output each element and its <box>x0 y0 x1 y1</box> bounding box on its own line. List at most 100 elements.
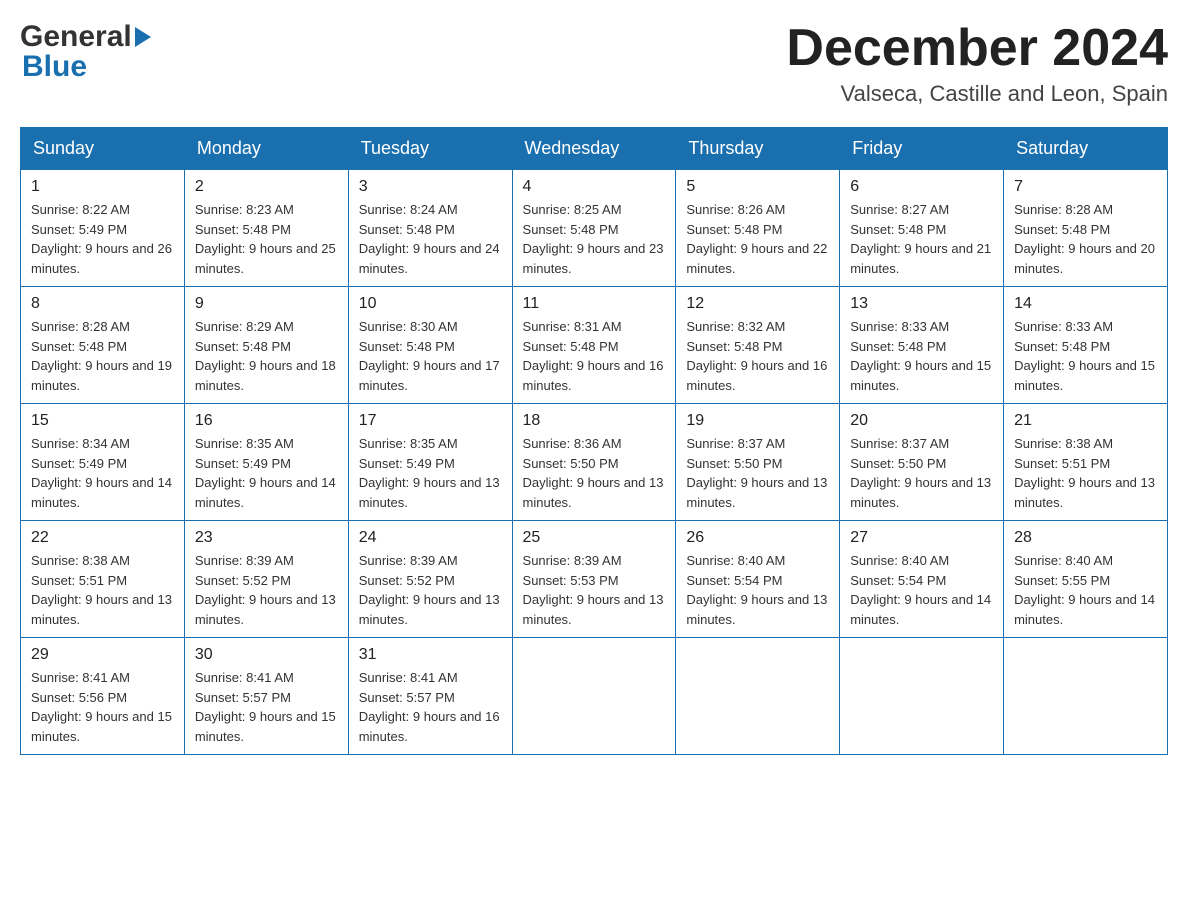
day-number: 16 <box>195 412 338 430</box>
day-info: Sunrise: 8:38 AMSunset: 5:51 PMDaylight:… <box>1014 434 1157 512</box>
calendar-week-row: 29Sunrise: 8:41 AMSunset: 5:56 PMDayligh… <box>21 638 1168 755</box>
day-info: Sunrise: 8:39 AMSunset: 5:53 PMDaylight:… <box>523 551 666 629</box>
calendar-day-cell <box>676 638 840 755</box>
header-tuesday: Tuesday <box>348 128 512 170</box>
calendar-day-cell: 29Sunrise: 8:41 AMSunset: 5:56 PMDayligh… <box>21 638 185 755</box>
day-info: Sunrise: 8:41 AMSunset: 5:57 PMDaylight:… <box>359 668 502 746</box>
day-info: Sunrise: 8:40 AMSunset: 5:54 PMDaylight:… <box>850 551 993 629</box>
day-number: 12 <box>686 295 829 313</box>
calendar-day-cell: 16 Sunrise: 8:35 AMSunset: 5:49 PMDayligh… <box>184 404 348 521</box>
day-number: 11 <box>523 295 666 313</box>
day-number: 14 <box>1014 295 1157 313</box>
title-area: December 2024 Valseca, Castille and Leon… <box>786 20 1168 107</box>
day-info: Sunrise: 8:37 AMSunset: 5:50 PMDaylight:… <box>686 434 829 512</box>
header-friday: Friday <box>840 128 1004 170</box>
day-info: Sunrise: 8:41 AMSunset: 5:56 PMDaylight:… <box>31 668 174 746</box>
day-number: 2 <box>195 178 338 196</box>
day-info: Sunrise: 8:25 AMSunset: 5:48 PMDaylight:… <box>523 200 666 278</box>
calendar-day-cell: 8Sunrise: 8:28 AMSunset: 5:48 PMDaylight… <box>21 287 185 404</box>
calendar-day-cell: 19Sunrise: 8:37 AMSunset: 5:50 PMDayligh… <box>676 404 840 521</box>
calendar-day-cell <box>1004 638 1168 755</box>
calendar-day-cell: 13 Sunrise: 8:33 AMSunset: 5:48 PMDayligh… <box>840 287 1004 404</box>
day-info: Sunrise: 8:31 AMSunset: 5:48 PMDaylight:… <box>523 317 666 395</box>
logo-blue-text: Blue <box>20 50 87 84</box>
calendar-day-cell: 11 Sunrise: 8:31 AMSunset: 5:48 PMDayligh… <box>512 287 676 404</box>
day-number: 15 <box>31 412 174 430</box>
day-info: Sunrise: 8:30 AMSunset: 5:48 PMDaylight:… <box>359 317 502 395</box>
header-thursday: Thursday <box>676 128 840 170</box>
calendar-day-cell: 22Sunrise: 8:38 AMSunset: 5:51 PMDayligh… <box>21 521 185 638</box>
calendar-week-row: 1Sunrise: 8:22 AMSunset: 5:49 PMDaylight… <box>21 170 1168 287</box>
days-of-week-row: Sunday Monday Tuesday Wednesday Thursday… <box>21 128 1168 170</box>
calendar-day-cell: 26 Sunrise: 8:40 AMSunset: 5:54 PMDayligh… <box>676 521 840 638</box>
day-number: 13 <box>850 295 993 313</box>
day-info: Sunrise: 8:22 AMSunset: 5:49 PMDaylight:… <box>31 200 174 278</box>
calendar-body: 1Sunrise: 8:22 AMSunset: 5:49 PMDaylight… <box>21 170 1168 755</box>
day-info: Sunrise: 8:40 AMSunset: 5:54 PMDaylight:… <box>686 551 829 629</box>
day-number: 21 <box>1014 412 1157 430</box>
day-number: 24 <box>359 529 502 547</box>
day-info: Sunrise: 8:39 AMSunset: 5:52 PMDaylight:… <box>359 551 502 629</box>
day-number: 7 <box>1014 178 1157 196</box>
day-number: 26 <box>686 529 829 547</box>
calendar-day-cell: 7 Sunrise: 8:28 AMSunset: 5:48 PMDaylight… <box>1004 170 1168 287</box>
day-info: Sunrise: 8:28 AMSunset: 5:48 PMDaylight:… <box>1014 200 1157 278</box>
day-info: Sunrise: 8:33 AMSunset: 5:48 PMDaylight:… <box>1014 317 1157 395</box>
month-title: December 2024 <box>786 20 1168 77</box>
day-info: Sunrise: 8:37 AMSunset: 5:50 PMDaylight:… <box>850 434 993 512</box>
day-number: 28 <box>1014 529 1157 547</box>
calendar-day-cell: 6Sunrise: 8:27 AMSunset: 5:48 PMDaylight… <box>840 170 1004 287</box>
logo-line1: General <box>20 20 151 54</box>
day-number: 6 <box>850 178 993 196</box>
location-subtitle: Valseca, Castille and Leon, Spain <box>786 81 1168 107</box>
header-wednesday: Wednesday <box>512 128 676 170</box>
day-info: Sunrise: 8:35 AMSunset: 5:49 PMDaylight:… <box>195 434 338 512</box>
calendar-day-cell: 4Sunrise: 8:25 AMSunset: 5:48 PMDaylight… <box>512 170 676 287</box>
day-number: 30 <box>195 646 338 664</box>
calendar-day-cell: 24 Sunrise: 8:39 AMSunset: 5:52 PMDayligh… <box>348 521 512 638</box>
day-info: Sunrise: 8:24 AMSunset: 5:48 PMDaylight:… <box>359 200 502 278</box>
day-info: Sunrise: 8:29 AMSunset: 5:48 PMDaylight:… <box>195 317 338 395</box>
calendar-day-cell: 20 Sunrise: 8:37 AMSunset: 5:50 PMDayligh… <box>840 404 1004 521</box>
calendar-day-cell: 25 Sunrise: 8:39 AMSunset: 5:53 PMDayligh… <box>512 521 676 638</box>
calendar-week-row: 8Sunrise: 8:28 AMSunset: 5:48 PMDaylight… <box>21 287 1168 404</box>
calendar-day-cell: 14 Sunrise: 8:33 AMSunset: 5:48 PMDayligh… <box>1004 287 1168 404</box>
calendar-day-cell <box>512 638 676 755</box>
day-number: 5 <box>686 178 829 196</box>
day-info: Sunrise: 8:28 AMSunset: 5:48 PMDaylight:… <box>31 317 174 395</box>
day-info: Sunrise: 8:34 AMSunset: 5:49 PMDaylight:… <box>31 434 174 512</box>
day-info: Sunrise: 8:35 AMSunset: 5:49 PMDaylight:… <box>359 434 502 512</box>
day-number: 3 <box>359 178 502 196</box>
header-monday: Monday <box>184 128 348 170</box>
calendar-day-cell: 5 Sunrise: 8:26 AMSunset: 5:48 PMDaylight… <box>676 170 840 287</box>
header-sunday: Sunday <box>21 128 185 170</box>
calendar-day-cell: 10Sunrise: 8:30 AMSunset: 5:48 PMDayligh… <box>348 287 512 404</box>
day-info: Sunrise: 8:33 AMSunset: 5:48 PMDaylight:… <box>850 317 993 395</box>
day-info: Sunrise: 8:26 AMSunset: 5:48 PMDaylight:… <box>686 200 829 278</box>
day-info: Sunrise: 8:32 AMSunset: 5:48 PMDaylight:… <box>686 317 829 395</box>
day-info: Sunrise: 8:39 AMSunset: 5:52 PMDaylight:… <box>195 551 338 629</box>
day-info: Sunrise: 8:41 AMSunset: 5:57 PMDaylight:… <box>195 668 338 746</box>
logo-arrow-icon <box>135 27 151 47</box>
day-info: Sunrise: 8:23 AMSunset: 5:48 PMDaylight:… <box>195 200 338 278</box>
calendar-week-row: 22Sunrise: 8:38 AMSunset: 5:51 PMDayligh… <box>21 521 1168 638</box>
calendar-day-cell: 31 Sunrise: 8:41 AMSunset: 5:57 PMDayligh… <box>348 638 512 755</box>
day-number: 20 <box>850 412 993 430</box>
day-info: Sunrise: 8:40 AMSunset: 5:55 PMDaylight:… <box>1014 551 1157 629</box>
calendar-day-cell: 12 Sunrise: 8:32 AMSunset: 5:48 PMDayligh… <box>676 287 840 404</box>
day-info: Sunrise: 8:38 AMSunset: 5:51 PMDaylight:… <box>31 551 174 629</box>
calendar-day-cell: 1Sunrise: 8:22 AMSunset: 5:49 PMDaylight… <box>21 170 185 287</box>
day-info: Sunrise: 8:36 AMSunset: 5:50 PMDaylight:… <box>523 434 666 512</box>
page-header: General Blue December 2024 Valseca, Cast… <box>20 20 1168 107</box>
calendar-day-cell: 21 Sunrise: 8:38 AMSunset: 5:51 PMDayligh… <box>1004 404 1168 521</box>
calendar-day-cell: 30 Sunrise: 8:41 AMSunset: 5:57 PMDayligh… <box>184 638 348 755</box>
calendar-day-cell: 15 Sunrise: 8:34 AMSunset: 5:49 PMDayligh… <box>21 404 185 521</box>
logo: General Blue <box>20 20 151 84</box>
calendar-table: Sunday Monday Tuesday Wednesday Thursday… <box>20 127 1168 755</box>
day-number: 31 <box>359 646 502 664</box>
calendar-day-cell: 27Sunrise: 8:40 AMSunset: 5:54 PMDayligh… <box>840 521 1004 638</box>
day-number: 23 <box>195 529 338 547</box>
header-saturday: Saturday <box>1004 128 1168 170</box>
day-number: 25 <box>523 529 666 547</box>
calendar-day-cell: 17Sunrise: 8:35 AMSunset: 5:49 PMDayligh… <box>348 404 512 521</box>
